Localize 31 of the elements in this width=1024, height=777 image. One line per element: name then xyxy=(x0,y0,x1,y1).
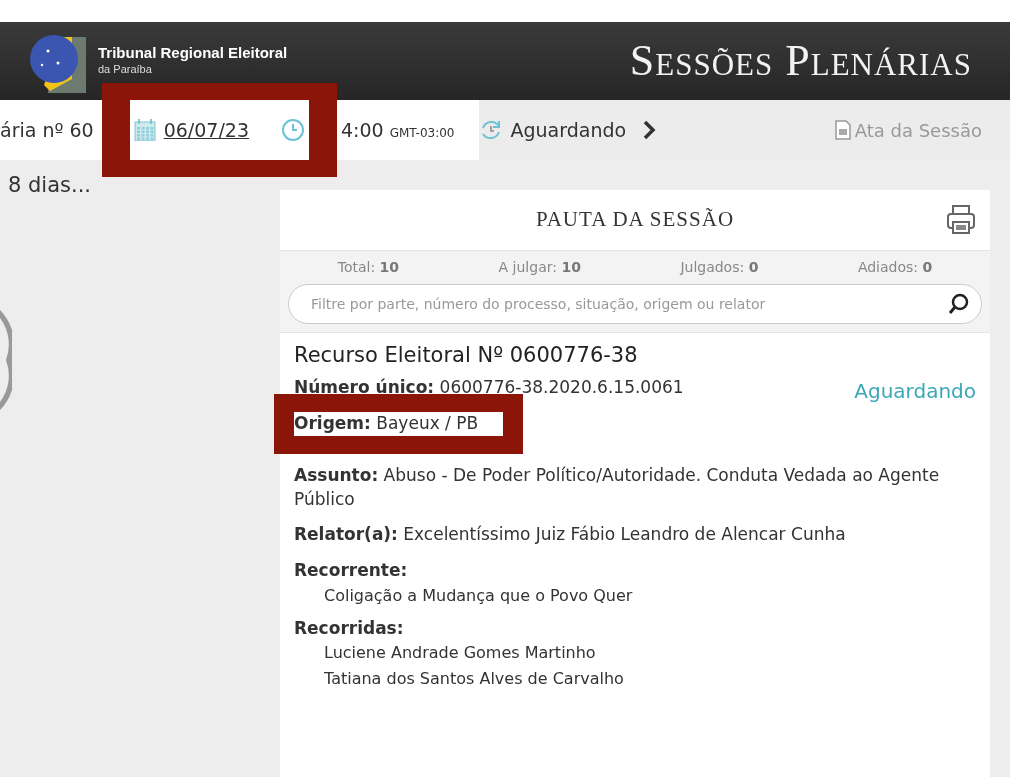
session-status: Aguardando xyxy=(510,117,627,143)
count-label: Adiados: 0 xyxy=(857,258,933,277)
party-name: Luciene Andrade Gomes Martinho xyxy=(324,642,597,665)
field-label: Recorridas: xyxy=(294,616,405,640)
count-label: A julgar: 10 xyxy=(498,258,581,277)
countdown-text: 8 dias... xyxy=(7,172,93,199)
org-subtitle: da Paraíba xyxy=(98,62,153,77)
party-name: Coligação a Mudança que o Povo Quer xyxy=(324,584,634,607)
field-text: Relator(a): Excelentíssimo Juiz Fábio Leandro de Alencar Cunha xyxy=(294,523,847,547)
case-status: Aguardando xyxy=(854,378,976,406)
date-link[interactable]: 06/07/23 xyxy=(163,115,249,145)
session-time: 4:00 GMT-03:00 xyxy=(341,117,455,143)
search-icon[interactable] xyxy=(948,293,970,315)
field-text: Origem: Bayeux / PB xyxy=(294,412,479,435)
case-title: Recurso Eleitoral Nº 0600776-38 xyxy=(294,343,639,369)
page-title: Sessões Plenárias xyxy=(629,35,972,87)
field-label: Recorrente: xyxy=(294,559,409,583)
document-icon xyxy=(834,120,851,140)
agenda-title: PAUTA DA SESSÃO xyxy=(535,206,735,234)
session-number: ária nº 60 xyxy=(0,117,94,143)
calendar-icon xyxy=(133,119,156,141)
chevron-right-icon[interactable] xyxy=(642,120,657,140)
count-label: Julgados: 0 xyxy=(680,258,759,277)
field-text: Assunto: Abuso - De Poder Político/Autoridade. Conduta Vedada ao Agente Público xyxy=(294,463,941,511)
search-field[interactable]: Filtre por parte, número do processo, situação, origem ou relator xyxy=(288,284,982,324)
clock-icon xyxy=(281,118,305,142)
count-label: Total: 10 xyxy=(337,258,400,277)
field-text: Número único: 0600776-38.2020.6.15.0061 xyxy=(294,376,684,400)
printer-icon[interactable] xyxy=(946,204,976,236)
party-name: Tatiana dos Santos Alves de Carvalho xyxy=(324,667,625,690)
org-name: Tribunal Regional Eleitoral xyxy=(98,44,288,61)
